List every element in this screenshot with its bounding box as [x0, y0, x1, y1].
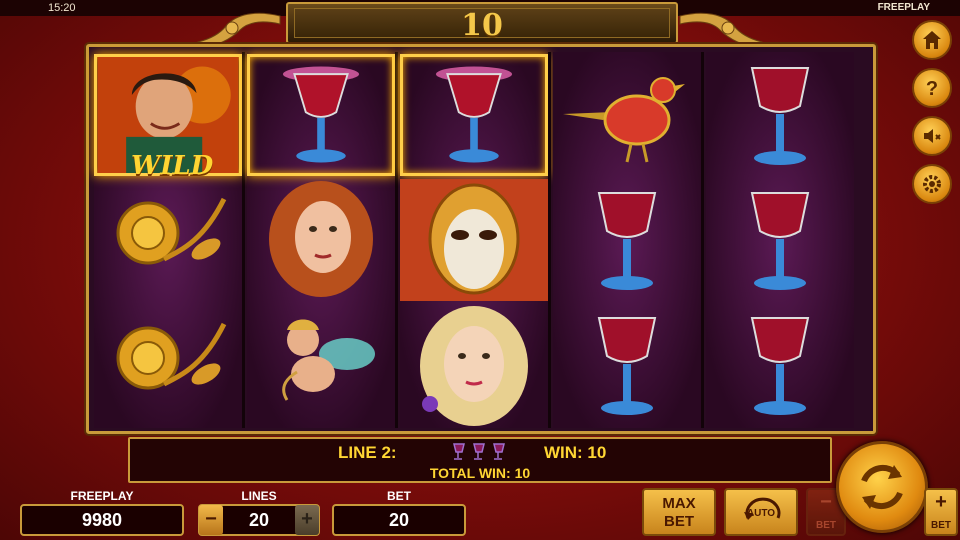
bet-label: BET — [387, 489, 411, 503]
lines-label: LINES — [241, 489, 277, 503]
sound-button[interactable] — [912, 116, 952, 156]
settings-icon — [923, 175, 941, 193]
svg-text:?: ? — [926, 78, 938, 99]
rose-symbol — [94, 304, 242, 426]
total-win-label: TOTAL WIN: 10 — [429, 465, 531, 481]
wine-glass-symbol — [247, 54, 395, 176]
blonde-woman-symbol — [400, 304, 548, 426]
freeplay-balance: 9980 — [20, 504, 184, 536]
mode-label: FREEPLAY — [877, 2, 930, 13]
reels-area: WILD — [86, 44, 876, 434]
autoplay-button[interactable]: AUTO — [724, 488, 798, 536]
settings-button[interactable] — [912, 164, 952, 204]
max-bet-button[interactable]: MAX BET — [642, 488, 716, 536]
reel-4 — [553, 52, 701, 428]
help-icon: ? — [926, 78, 938, 99]
wine-glass-symbol — [553, 304, 701, 426]
help-button[interactable]: ? — [912, 68, 952, 108]
sound-off-icon — [924, 129, 941, 143]
lines-decrease-button[interactable]: − — [199, 505, 223, 535]
max-bet-line2: BET — [664, 513, 694, 530]
cupid-symbol — [247, 304, 395, 426]
reel-2 — [247, 52, 395, 428]
plus-icon: + — [935, 491, 947, 513]
venetian-mask-symbol — [400, 179, 548, 301]
free-spins-counter: 10 — [286, 2, 678, 44]
home-button[interactable] — [912, 20, 952, 60]
clock: 15:20 — [48, 2, 76, 14]
wild-label: WILD — [131, 151, 214, 181]
wild-symbol: WILD — [94, 54, 242, 181]
wine-glass-symbol — [553, 179, 701, 301]
spin-button[interactable] — [836, 441, 928, 533]
lines-count: 20 — [248, 510, 270, 530]
freeplay-label: FREEPLAY — [70, 489, 134, 503]
bet-increase-label: BET — [931, 520, 951, 531]
autoplay-label: AUTO — [746, 508, 776, 519]
line-symbols-icon — [453, 443, 505, 460]
wine-glass-symbol — [400, 54, 548, 176]
bet-value: 20 — [332, 504, 466, 536]
win-info-panel: LINE 2: WIN: 10 TOTAL WIN: 10 — [128, 437, 832, 483]
free-spins-count: 10 — [461, 8, 503, 43]
reel-5 — [706, 52, 854, 428]
reel-1: WILD — [94, 52, 242, 428]
winning-line-label: LINE 2: — [338, 443, 397, 462]
red-haired-woman-symbol — [247, 179, 395, 301]
wine-glass-symbol — [706, 179, 854, 301]
bet-increase-button[interactable]: + BET — [924, 488, 958, 536]
spin-icon — [861, 464, 903, 510]
lines-increase-button[interactable]: + — [295, 505, 319, 535]
line-win-label: WIN: 10 — [544, 443, 607, 462]
home-icon — [923, 31, 941, 49]
reel-3 — [400, 52, 548, 428]
wine-glass-symbol — [706, 304, 854, 426]
wine-glass-symbol — [706, 54, 854, 176]
rose-symbol — [94, 179, 242, 301]
max-bet-line1: MAX — [662, 495, 696, 512]
bird-symbol — [553, 54, 701, 176]
